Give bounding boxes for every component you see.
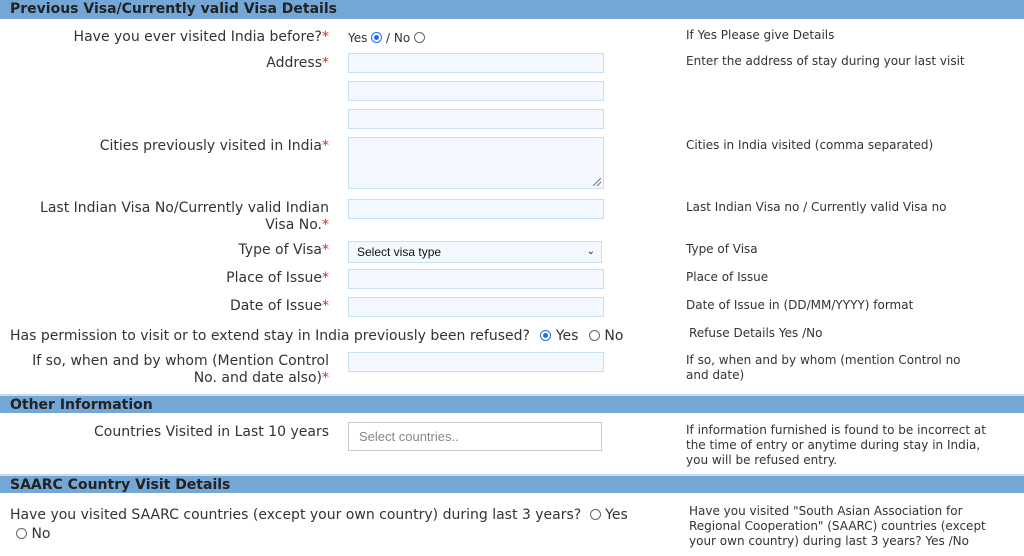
section-header-saarc: SAARC Country Visit Details xyxy=(0,474,1024,493)
address-help: Enter the address of stay during your la… xyxy=(686,54,965,68)
required-marker: * xyxy=(322,270,329,286)
saarc-label: Have you visited SAARC countries (except… xyxy=(10,507,582,523)
required-marker: * xyxy=(322,138,329,154)
place-of-issue-input[interactable] xyxy=(348,269,604,289)
address-label: Address* xyxy=(266,55,329,71)
saarc-question: Have you visited SAARC countries (except… xyxy=(10,506,670,544)
address-line3-input[interactable] xyxy=(348,109,604,129)
countries-visited-help: If information furnished is found to be … xyxy=(686,423,986,467)
countries-visited-label: Countries Visited in Last 10 years xyxy=(94,424,329,440)
refused-label: Has permission to visit or to extend sta… xyxy=(10,328,530,344)
required-marker: * xyxy=(322,55,329,71)
date-of-issue-label: Date of Issue* xyxy=(229,298,329,314)
place-of-issue-help: Place of Issue xyxy=(686,270,769,284)
visited-before-label: Have you ever visited India before?* xyxy=(73,29,329,45)
saarc-help: Have you visited "South Asian Associatio… xyxy=(689,504,986,548)
address-line1-input[interactable] xyxy=(348,53,604,73)
address-line2-input[interactable] xyxy=(348,81,604,101)
required-marker: * xyxy=(322,217,329,233)
visited-before-yes-label: Yes xyxy=(348,31,368,45)
visited-before-radio-group: Yes / No xyxy=(348,31,426,45)
refused-details-input[interactable] xyxy=(348,352,604,372)
cities-label: Cities previously visited in India* xyxy=(99,138,329,154)
visited-before-yes-radio[interactable] xyxy=(371,32,383,43)
refused-question: Has permission to visit or to extend sta… xyxy=(10,328,623,344)
refused-yes-label: Yes xyxy=(555,328,579,344)
countries-visited-select[interactable]: Select countries.. xyxy=(348,422,602,451)
refused-details-help: If so, when and by whom (mention Control… xyxy=(686,353,961,382)
visa-type-select[interactable]: Select visa type ⌄ xyxy=(348,241,602,263)
refused-no-radio[interactable] xyxy=(588,330,600,341)
place-of-issue-label: Place of Issue* xyxy=(226,270,329,286)
visa-type-label: Type of Visa* xyxy=(238,242,329,258)
visa-type-help: Type of Visa xyxy=(686,242,758,256)
visited-before-no-radio[interactable] xyxy=(414,32,426,43)
visa-no-help: Last Indian Visa no / Currently valid Vi… xyxy=(686,200,947,214)
saarc-yes-label: Yes xyxy=(605,507,628,523)
chevron-down-icon: ⌄ xyxy=(586,246,595,257)
section-header-previous-visa: Previous Visa/Currently valid Visa Detai… xyxy=(0,0,1024,19)
section-header-other-information: Other Information xyxy=(0,394,1024,413)
date-of-issue-help: Date of Issue in (DD/MM/YYYY) format xyxy=(686,298,914,312)
resize-grip-icon[interactable] xyxy=(593,178,601,186)
saarc-yes-radio[interactable] xyxy=(589,509,601,520)
visited-before-help: If Yes Please give Details xyxy=(686,28,835,42)
refused-help: Refuse Details Yes /No xyxy=(689,326,823,340)
refused-yes-radio[interactable] xyxy=(540,330,552,341)
required-marker: * xyxy=(322,298,329,314)
required-marker: * xyxy=(322,370,329,386)
visited-before-no-label: / No xyxy=(386,31,411,45)
cities-help: Cities in India visited (comma separated… xyxy=(686,138,934,152)
refused-no-label: No xyxy=(604,328,624,344)
cities-textarea[interactable] xyxy=(348,137,604,189)
required-marker: * xyxy=(322,242,329,258)
required-marker: * xyxy=(322,29,329,45)
date-of-issue-input[interactable] xyxy=(348,297,604,317)
visa-type-selected-value: Select visa type xyxy=(357,245,442,259)
visa-no-label: Last Indian Visa No/Currently valid Indi… xyxy=(40,200,329,233)
saarc-no-radio[interactable] xyxy=(16,528,27,539)
refused-details-label: If so, when and by whom (Mention Control… xyxy=(32,353,329,386)
saarc-no-label: No xyxy=(31,526,51,542)
visa-no-input[interactable] xyxy=(348,199,604,219)
